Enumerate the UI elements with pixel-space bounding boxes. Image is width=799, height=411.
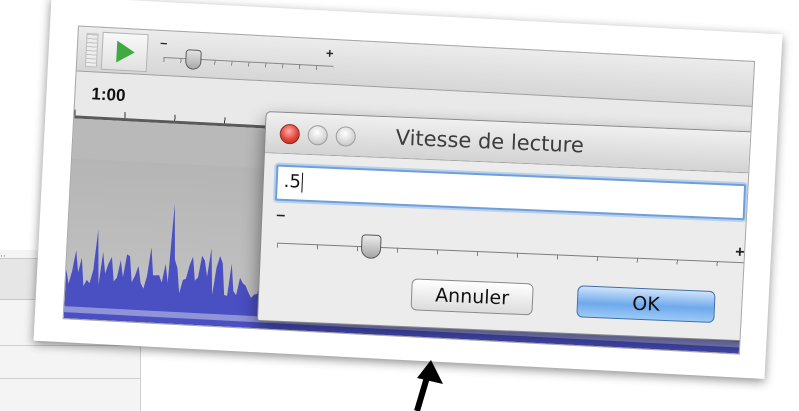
speed-slider[interactable]: – + — [273, 206, 749, 279]
minimize-icon[interactable] — [307, 124, 329, 146]
ok-button[interactable]: OK — [576, 285, 716, 324]
background-dots: ·· — [0, 252, 6, 262]
toolbar-grip[interactable] — [84, 32, 99, 68]
background-divider — [0, 378, 140, 379]
playback-speed-slider[interactable]: – + — [157, 35, 338, 76]
timeline-label: 1:00 — [90, 84, 126, 106]
dialog-title: Vitesse de lecture — [395, 125, 585, 158]
speed-input-value: .5 — [283, 170, 302, 193]
play-icon — [116, 40, 136, 64]
zoom-icon[interactable] — [335, 126, 357, 147]
slider-plus-label: + — [734, 243, 745, 262]
zoomed-screenshot: – + 1:00 3: Vitesse de lecture .5 — [33, 0, 783, 379]
slider-minus-label: – — [276, 206, 286, 224]
background-toolbar — [0, 258, 40, 300]
arrow-up-icon — [414, 360, 443, 411]
slider-ticks — [277, 242, 747, 268]
text-caret — [301, 172, 304, 193]
slider-thumb[interactable] — [184, 49, 202, 70]
audio-editor-window: – + 1:00 3: Vitesse de lecture .5 — [62, 25, 756, 355]
slider-plus-label: + — [325, 45, 334, 61]
cancel-button[interactable]: Annuler — [410, 278, 534, 316]
slider-minus-label: – — [159, 34, 168, 51]
play-button[interactable] — [100, 31, 149, 73]
slider-thumb[interactable] — [360, 234, 382, 260]
close-icon[interactable] — [279, 123, 301, 145]
playback-speed-dialog: Vitesse de lecture .5 – + Annuler OK — [256, 111, 756, 342]
